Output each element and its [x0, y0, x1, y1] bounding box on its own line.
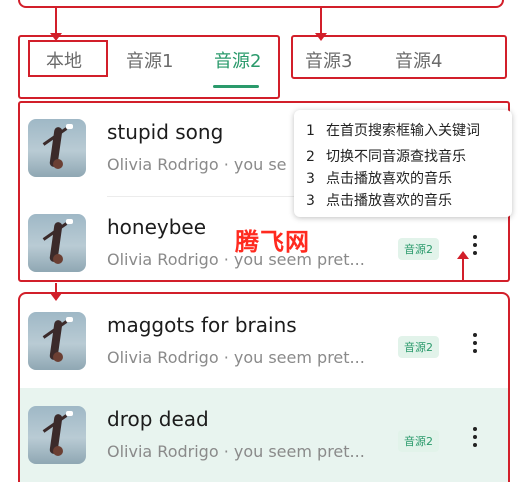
song-artist-album: Olivia Rodrigo · you seem pret...: [107, 442, 365, 461]
song-title: stupid song: [107, 120, 224, 144]
source-badge: 音源2: [398, 430, 439, 452]
active-tab-indicator: [213, 85, 259, 88]
instruction-step: 1 在首页搜索框输入关键词: [306, 123, 480, 139]
instructions-popup: 1 在首页搜索框输入关键词 2 切换不同音源查找音乐 3 点击播放喜欢的音乐 3 点击播…: [294, 110, 512, 217]
song-artist-album: Olivia Rodrigo · you seem pret...: [107, 348, 365, 367]
instruction-step: 3 点击播放喜欢的音乐: [306, 193, 452, 209]
album-cover: [28, 119, 86, 177]
annotation-arrow-left: [50, 8, 62, 41]
annotation-arrow-right: [315, 8, 327, 41]
source-badge: 音源2: [398, 238, 439, 260]
more-vertical-icon[interactable]: [468, 331, 482, 355]
song-row[interactable]: maggots for brains Olivia Rodrigo · you …: [20, 294, 508, 388]
song-title: honeybee: [107, 215, 207, 239]
annotation-top-frame: [18, 0, 504, 8]
source-badge: 音源2: [398, 336, 439, 358]
tab-source-3[interactable]: 音源3: [305, 47, 352, 73]
instruction-step: 2 切换不同音源查找音乐: [306, 149, 466, 165]
song-title: maggots for brains: [107, 313, 297, 337]
more-vertical-icon[interactable]: [468, 233, 482, 257]
watermark-text: 腾飞网: [235, 228, 310, 256]
song-title: drop dead: [107, 407, 209, 431]
tab-source-2[interactable]: 音源2: [214, 47, 261, 73]
tab-local[interactable]: 本地: [46, 47, 82, 73]
album-cover: [28, 406, 86, 464]
tab-source-4[interactable]: 音源4: [395, 47, 442, 73]
album-cover: [28, 312, 86, 370]
instruction-step: 3 点击播放喜欢的音乐: [306, 171, 452, 187]
album-cover: [28, 214, 86, 272]
tab-source-1[interactable]: 音源1: [126, 47, 173, 73]
more-vertical-icon[interactable]: [468, 425, 482, 449]
song-row[interactable]: drop dead Olivia Rodrigo · you seem pret…: [20, 388, 508, 482]
